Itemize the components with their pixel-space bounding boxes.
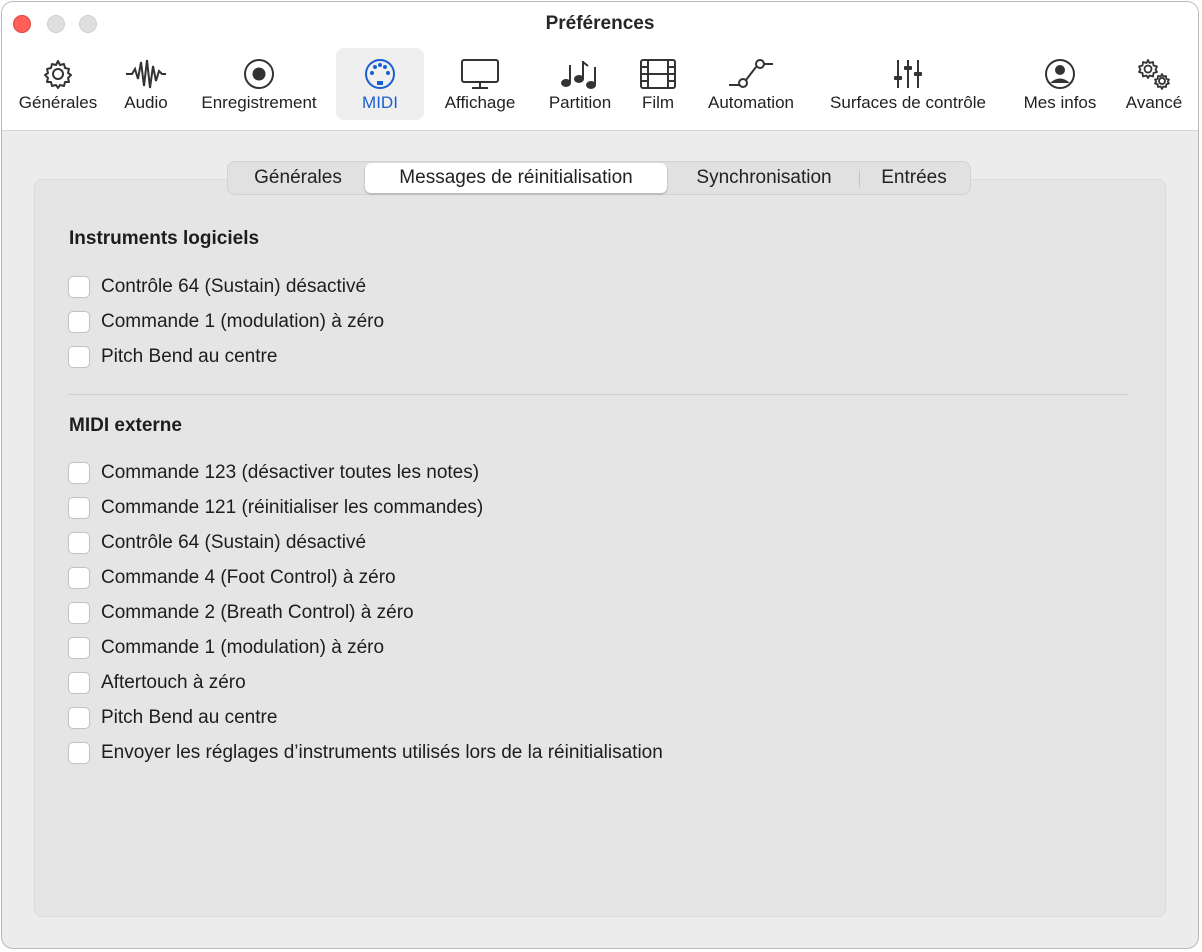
waveform-icon xyxy=(126,59,166,89)
toolbar-item-label: MIDI xyxy=(362,93,398,112)
toolbar-item-automation[interactable]: Automation xyxy=(696,48,806,120)
midi-port-icon xyxy=(365,59,395,89)
checkbox[interactable] xyxy=(68,742,90,764)
checkbox[interactable] xyxy=(68,567,90,589)
checkbox-label[interactable]: Pitch Bend au centre xyxy=(101,706,277,730)
checkbox[interactable] xyxy=(68,462,90,484)
toolbar-item-label: Film xyxy=(641,93,675,112)
toolbar-item-generales[interactable]: Générales xyxy=(10,48,106,120)
toolbar-item-label: Avancé xyxy=(1125,93,1183,112)
window-title: Préférences xyxy=(545,13,655,34)
checkbox[interactable] xyxy=(68,497,90,519)
gears-icon xyxy=(1138,59,1170,90)
toolbar-item-label: Automation xyxy=(708,93,794,112)
film-icon xyxy=(640,59,676,89)
checkbox[interactable] xyxy=(68,532,90,554)
toolbar-item-avance[interactable]: Avancé xyxy=(1118,48,1190,120)
toolbar-item-film[interactable]: Film xyxy=(630,48,686,120)
checkbox[interactable] xyxy=(68,707,90,729)
checkbox-label[interactable]: Commande 123 (désactiver toutes les note… xyxy=(101,461,479,485)
tab-generales[interactable]: Générales xyxy=(236,162,360,194)
tab-separator xyxy=(859,171,860,187)
checkbox[interactable] xyxy=(68,346,90,368)
checkbox-label[interactable]: Pitch Bend au centre xyxy=(101,345,277,369)
toolbar-item-mes-infos[interactable]: Mes infos xyxy=(1012,48,1108,120)
toolbar-item-label: Surfaces de contrôle xyxy=(830,93,986,112)
tab-entrees[interactable]: Entrées xyxy=(866,162,962,194)
checkbox-label[interactable]: Commande 1 (modulation) à zéro xyxy=(101,310,384,334)
checkbox[interactable] xyxy=(68,276,90,298)
section-divider xyxy=(68,394,1128,395)
toolbar-item-midi[interactable]: MIDI xyxy=(336,48,424,120)
tab-bar: Générales Messages de réinitialisation S… xyxy=(227,161,971,195)
checkbox-label[interactable]: Commande 121 (réinitialiser les commande… xyxy=(101,496,483,520)
checkbox[interactable] xyxy=(68,637,90,659)
toolbar: Préférences Générales Audio Enregistreme… xyxy=(2,2,1198,131)
toolbar-item-label: Audio xyxy=(124,93,168,112)
toolbar-item-label: Mes infos xyxy=(1023,93,1097,112)
section-title-external-midi: MIDI externe xyxy=(69,415,182,436)
checkbox-label[interactable]: Contrôle 64 (Sustain) désactivé xyxy=(101,275,366,299)
toolbar-item-label: Enregistrement xyxy=(201,93,317,112)
tab-messages-de-reinitialisation[interactable]: Messages de réinitialisation xyxy=(365,163,667,193)
checkbox-label[interactable]: Commande 4 (Foot Control) à zéro xyxy=(101,566,396,590)
automation-curve-icon xyxy=(729,59,773,88)
faders-icon xyxy=(894,60,922,88)
tab-synchronisation[interactable]: Synchronisation xyxy=(674,162,854,194)
toolbar-item-partition[interactable]: Partition xyxy=(538,48,622,120)
checkbox[interactable] xyxy=(68,602,90,624)
music-notes-icon xyxy=(561,61,596,89)
display-icon xyxy=(461,59,499,89)
checkbox-label[interactable]: Contrôle 64 (Sustain) désactivé xyxy=(101,531,366,555)
checkbox-label[interactable]: Commande 2 (Breath Control) à zéro xyxy=(101,601,414,625)
person-icon xyxy=(1045,59,1075,89)
toolbar-item-label: Affichage xyxy=(444,93,516,112)
gear-icon xyxy=(44,60,72,89)
toolbar-item-audio[interactable]: Audio xyxy=(114,48,178,120)
toolbar-item-label: Générales xyxy=(18,93,98,112)
checkbox-label[interactable]: Commande 1 (modulation) à zéro xyxy=(101,636,384,660)
record-icon xyxy=(244,59,274,89)
checkbox-label[interactable]: Aftertouch à zéro xyxy=(101,671,246,695)
toolbar-item-enregistrement[interactable]: Enregistrement xyxy=(190,48,328,120)
toolbar-item-surfaces-de-controle[interactable]: Surfaces de contrôle xyxy=(816,48,1000,120)
checkbox[interactable] xyxy=(68,311,90,333)
checkbox-label[interactable]: Envoyer les réglages d’instruments utili… xyxy=(101,741,663,765)
toolbar-item-label: Partition xyxy=(548,93,612,112)
toolbar-item-affichage[interactable]: Affichage xyxy=(434,48,526,120)
checkbox[interactable] xyxy=(68,672,90,694)
section-title-software-instruments: Instruments logiciels xyxy=(69,228,260,249)
